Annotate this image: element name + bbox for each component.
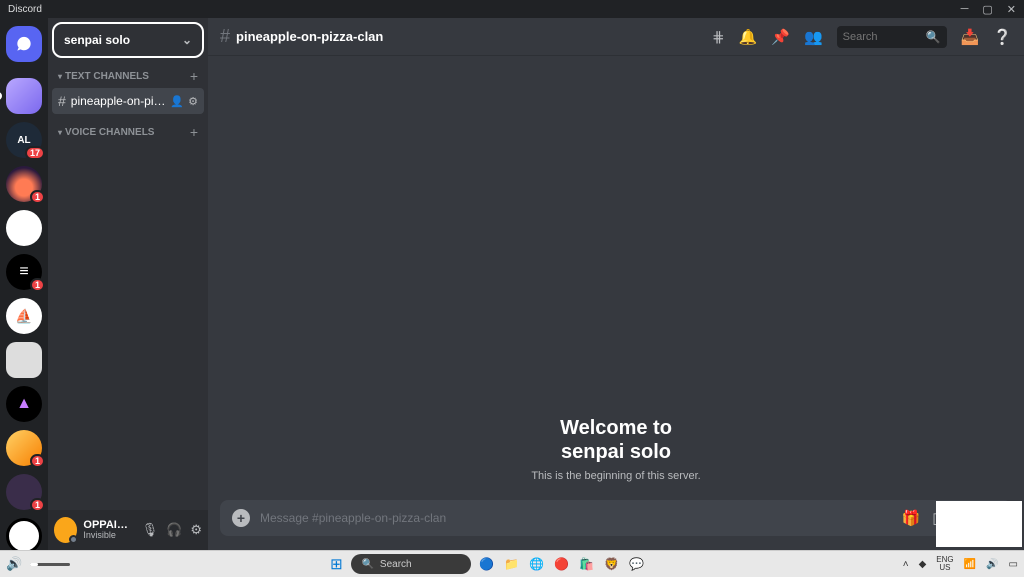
hash-icon: #	[58, 93, 66, 109]
server-folder[interactable]: 1	[6, 430, 42, 466]
chevron-down-icon: ▾	[58, 72, 62, 81]
server-icon[interactable]: AL17	[6, 122, 42, 158]
chevron-down-icon: ▾	[58, 128, 62, 137]
mute-icon[interactable]: 🎙	[142, 522, 159, 538]
language-indicator[interactable]: ENG US	[936, 556, 953, 572]
search-icon: 🔍	[926, 30, 941, 44]
composer-wrap: + Message #pineapple-on-pizza-clan 🎁 ◫ ▭…	[208, 500, 1024, 550]
tray-chevron-icon[interactable]: ˄	[903, 559, 909, 570]
inbox-icon[interactable]: 📥	[961, 28, 980, 46]
settings-icon[interactable]: ⚙	[190, 522, 202, 538]
channel-sidebar: senpai solo ⌄ ▾ TEXT CHANNELS + # pineap…	[48, 18, 208, 550]
category-voice-channels[interactable]: ▾ VOICE CHANNELS +	[52, 120, 204, 144]
channel-list: ▾ TEXT CHANNELS + # pineapple-on-pizz...…	[48, 64, 208, 510]
welcome-area: Welcome to senpai solo This is the begin…	[208, 56, 1024, 500]
channel-name: pineapple-on-pizz...	[71, 94, 171, 108]
window-controls: ─ ▢ ✕	[961, 3, 1016, 16]
avatar[interactable]	[54, 517, 77, 543]
attach-button[interactable]: +	[232, 509, 250, 527]
user-controls: 🎙 🎧 ⚙	[142, 522, 202, 538]
volume-slider[interactable]	[30, 563, 70, 566]
taskbar-app-edge[interactable]: 🔵	[476, 554, 496, 574]
taskbar-right: ˄ ◆ ENG US 📶 🔊 ▭	[903, 556, 1018, 572]
volume-icon[interactable]: 🔊	[6, 556, 22, 572]
status-indicator	[69, 535, 78, 544]
taskbar-app-chrome[interactable]: 🌐	[526, 554, 546, 574]
category-label: VOICE CHANNELS	[65, 127, 154, 138]
badge: 17	[25, 146, 45, 160]
badge: 1	[30, 454, 45, 468]
sound-icon[interactable]: 🔊	[986, 559, 998, 570]
overlay-patch	[936, 501, 1022, 547]
category-text-channels[interactable]: ▾ TEXT CHANNELS +	[52, 64, 204, 88]
header-actions: ⋕ 🔔 📌 👥 🔍 📥 ❔	[712, 26, 1012, 48]
search-box[interactable]: 🔍	[837, 26, 947, 48]
header-channel-name: pineapple-on-pizza-clan	[236, 29, 383, 44]
hash-icon: #	[220, 26, 230, 47]
search-icon: 🔍	[361, 559, 373, 570]
titlebar: Discord ─ ▢ ✕	[0, 0, 1024, 18]
members-icon[interactable]: 👥	[804, 28, 823, 46]
server-icon-current[interactable]	[6, 78, 42, 114]
search-input[interactable]	[843, 31, 922, 43]
server-icon[interactable]: ≡1	[6, 254, 42, 290]
chat-main: # pineapple-on-pizza-clan ⋕ 🔔 📌 👥 🔍 📥 ❔ …	[208, 18, 1024, 550]
notifications-icon[interactable]: 🔔	[739, 28, 758, 46]
channel-header: # pineapple-on-pizza-clan ⋕ 🔔 📌 👥 🔍 📥 ❔	[208, 18, 1024, 56]
taskbar-app-store[interactable]: 🛍️	[576, 554, 596, 574]
gear-icon[interactable]: ⚙	[188, 95, 198, 108]
badge: 1	[30, 498, 45, 512]
minimize-button[interactable]: ─	[961, 3, 969, 16]
home-button[interactable]	[6, 26, 42, 62]
taskbar-app-discord[interactable]: 💬	[626, 554, 646, 574]
pinned-icon[interactable]: 📌	[771, 28, 790, 46]
wifi-icon[interactable]: 📶	[964, 559, 976, 570]
welcome-heading: Welcome to senpai solo	[560, 416, 672, 464]
server-name-dropdown[interactable]: senpai solo ⌄	[52, 22, 204, 58]
taskbar-app-brave[interactable]: 🦁	[601, 554, 621, 574]
welcome-subtitle: This is the beginning of this server.	[531, 470, 700, 482]
server-icon[interactable]	[6, 518, 42, 550]
server-icon[interactable]: 1	[6, 166, 42, 202]
server-icon[interactable]: ▲	[6, 386, 42, 422]
taskbar-center: ⊞ 🔍 Search 🔵 📁 🌐 🔴 🛍️ 🦁 💬	[78, 554, 895, 574]
start-button[interactable]: ⊞	[326, 554, 346, 574]
close-button[interactable]: ✕	[1007, 3, 1016, 16]
taskbar-app-explorer[interactable]: 📁	[501, 554, 521, 574]
server-icon[interactable]: 1	[6, 474, 42, 510]
server-icon[interactable]	[6, 342, 42, 378]
gift-icon[interactable]: 🎁	[902, 509, 921, 527]
channel-pineapple-on-pizza-clan[interactable]: # pineapple-on-pizz... 👤 ⚙	[52, 88, 204, 114]
windows-taskbar: 🔊 ⊞ 🔍 Search 🔵 📁 🌐 🔴 🛍️ 🦁 💬 ˄ ◆ ENG US 📶…	[0, 550, 1024, 577]
server-icon[interactable]	[6, 210, 42, 246]
help-icon[interactable]: ❔	[993, 28, 1012, 46]
invite-icon[interactable]: 👤	[170, 95, 184, 108]
taskbar-left: 🔊	[6, 556, 70, 572]
app-title: Discord	[8, 4, 961, 15]
taskbar-search[interactable]: 🔍 Search	[351, 554, 471, 574]
add-channel-button[interactable]: +	[190, 124, 198, 140]
user-info[interactable]: OPPAINO... Invisible	[83, 519, 135, 541]
user-panel: OPPAINO... Invisible 🎙 🎧 ⚙	[48, 510, 208, 550]
battery-icon[interactable]: ▭	[1009, 559, 1018, 570]
server-rail: AL17 1 ≡1 ⛵ ▲ 1 1 1 MAL	[0, 18, 48, 550]
server-name: senpai solo	[64, 33, 130, 47]
composer-placeholder: Message #pineapple-on-pizza-clan	[260, 511, 892, 525]
badge: 1	[30, 278, 45, 292]
category-label: TEXT CHANNELS	[65, 71, 149, 82]
add-channel-button[interactable]: +	[190, 68, 198, 84]
tray-icon[interactable]: ◆	[919, 559, 927, 570]
channel-controls: 👤 ⚙	[170, 95, 198, 108]
maximize-button[interactable]: ▢	[982, 3, 992, 16]
app-body: AL17 1 ≡1 ⛵ ▲ 1 1 1 MAL senpai solo ⌄ ▾ …	[0, 18, 1024, 550]
badge: 1	[30, 190, 45, 204]
taskbar-search-label: Search	[380, 559, 412, 570]
deafen-icon[interactable]: 🎧	[166, 522, 182, 538]
taskbar-app-opera[interactable]: 🔴	[551, 554, 571, 574]
message-composer[interactable]: + Message #pineapple-on-pizza-clan 🎁 ◫ ▭…	[220, 500, 1012, 536]
threads-icon[interactable]: ⋕	[712, 28, 725, 46]
user-status: Invisible	[83, 531, 135, 541]
chevron-down-icon: ⌄	[182, 33, 192, 47]
server-icon[interactable]: ⛵	[6, 298, 42, 334]
